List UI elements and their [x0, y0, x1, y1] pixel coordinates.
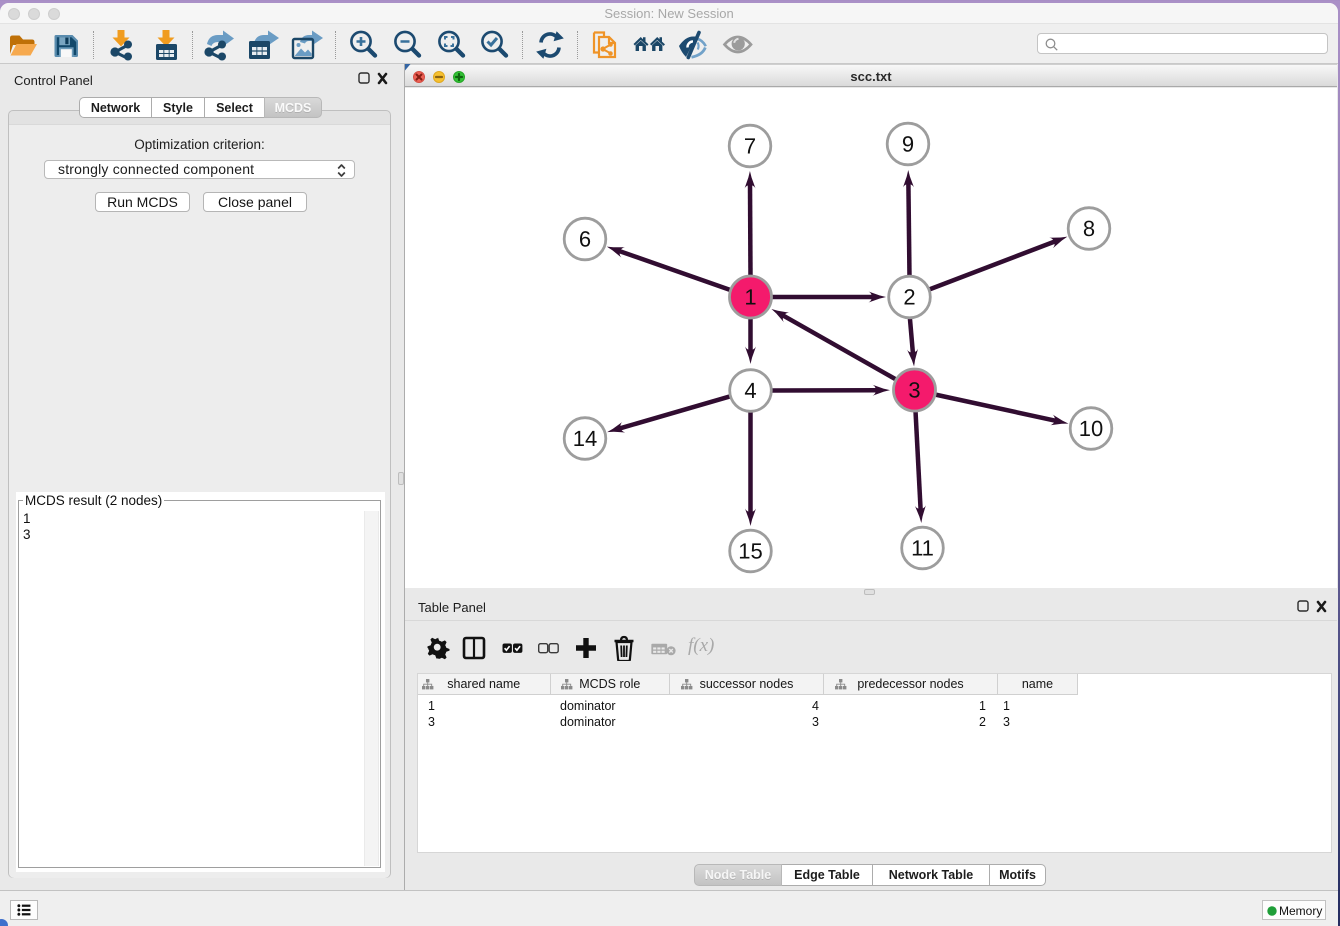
- svg-text:4: 4: [744, 378, 756, 403]
- svg-text:6: 6: [579, 227, 591, 252]
- svg-text:8: 8: [1083, 216, 1095, 241]
- svg-text:2: 2: [903, 285, 915, 310]
- svg-text:14: 14: [573, 426, 597, 451]
- svg-text:11: 11: [911, 536, 934, 561]
- svg-text:9: 9: [902, 132, 914, 157]
- svg-text:10: 10: [1079, 416, 1103, 441]
- svg-text:7: 7: [744, 134, 756, 159]
- svg-text:3: 3: [908, 378, 920, 403]
- svg-text:1: 1: [744, 285, 756, 310]
- svg-text:15: 15: [738, 539, 762, 564]
